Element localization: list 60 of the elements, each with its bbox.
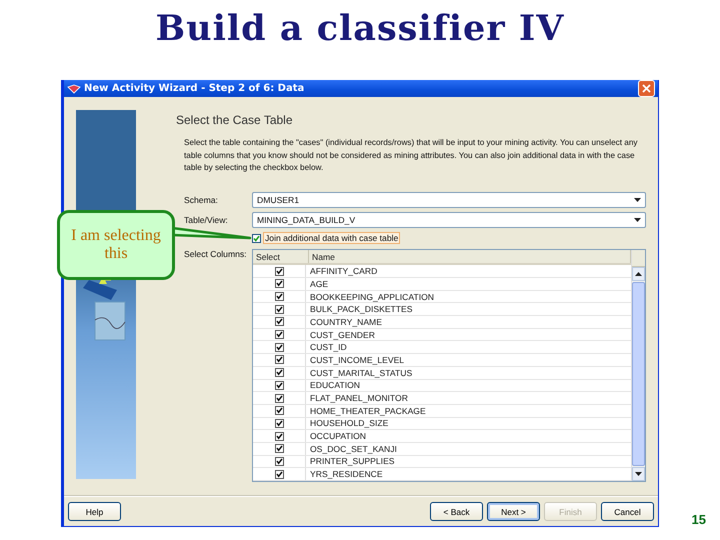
field-label: Select Columns: <box>184 249 248 261</box>
table-cell-text: PRINTER_SUPPLIES <box>309 456 396 468</box>
table-cell-text: BOOKKEEPING_APPLICATION <box>309 290 436 302</box>
table-cell-text: OCCUPATION <box>309 430 368 442</box>
wizard-button[interactable]: Next > <box>487 502 540 521</box>
scrollbar[interactable] <box>631 250 645 481</box>
checkbox[interactable] <box>274 317 284 326</box>
slide-title: Build a classifier IV <box>156 8 564 49</box>
checkbox[interactable] <box>274 432 284 441</box>
table-cell-text: CUST_MARITAL_STATUS <box>309 366 414 378</box>
checkbox[interactable] <box>274 330 284 340</box>
dropdown-caret-icon <box>634 218 641 222</box>
table-cell-text: CUST_INCOME_LEVEL <box>309 354 406 366</box>
table-cell-text: AGE <box>309 278 330 290</box>
app-icon <box>67 84 81 94</box>
table-cell-text: HOUSEHOLD_SIZE <box>309 418 390 430</box>
checkbox[interactable] <box>274 406 284 416</box>
table-cell-text: BULK_PACK_DISKETTES <box>309 303 414 316</box>
scroll-up-icon <box>635 272 642 276</box>
checkbox[interactable] <box>274 470 284 479</box>
table-cell-text: FLAT_PANEL_MONITOR <box>309 392 409 404</box>
wizard-button[interactable]: Help <box>68 502 121 521</box>
window-title: New Activity Wizard - Step 2 of 6: Data <box>84 83 306 94</box>
schema-dropdown[interactable]: DMUSER1 <box>252 192 646 208</box>
checkbox[interactable] <box>274 394 284 403</box>
table-cell-text: AFFINITY_CARD <box>309 265 378 277</box>
checkbox[interactable] <box>274 266 284 276</box>
step-description: Select the table containing the "cases" (individual records/rows) that will be input to your mining activity. You can unselect any table columns that you know should not be considered as mining attributes. You can also join additional data in with the case table by selecting the checkbox below. <box>183 137 638 174</box>
field-label: Schema: <box>184 195 219 205</box>
checkbox[interactable] <box>274 292 284 302</box>
table-cell-text: YRS_RESIDENCE <box>309 468 384 480</box>
page-number: 15 <box>692 512 706 527</box>
step-heading: Select the Case Table <box>176 113 294 128</box>
checkbox[interactable] <box>274 355 284 364</box>
checkbox[interactable] <box>274 342 284 352</box>
table-cell-text: CUST_GENDER <box>309 328 376 340</box>
table-cell-text: COUNTRY_NAME <box>309 316 383 328</box>
checkbox[interactable] <box>274 444 284 454</box>
checkbox[interactable] <box>274 368 284 378</box>
callout: I am selecting this <box>57 210 175 280</box>
table-cell-text: OS_DOC_SET_KANJI <box>309 442 398 455</box>
wizard-button[interactable]: Cancel <box>601 502 654 521</box>
scroll-down-icon <box>635 472 642 476</box>
checkbox[interactable] <box>274 456 284 466</box>
checkbox[interactable] <box>274 279 284 288</box>
field-label: Table/View: <box>184 215 229 225</box>
table-view-dropdown[interactable]: MINING_DATA_BUILD_V <box>252 212 646 228</box>
checkbox[interactable] <box>252 234 261 242</box>
table-cell-text: CUST_ID <box>309 341 348 354</box>
checkbox[interactable] <box>274 380 284 390</box>
checkbox[interactable] <box>274 304 284 314</box>
checkbox-label[interactable]: Join additional data with case table <box>263 232 400 244</box>
column-header[interactable]: Select <box>253 250 309 264</box>
close-button[interactable] <box>638 80 655 98</box>
close-icon <box>642 84 651 94</box>
table-cell-text: HOME_THEATER_PACKAGE <box>309 404 427 417</box>
wizard-button[interactable]: < Back <box>430 502 483 521</box>
checkbox[interactable] <box>274 418 284 428</box>
table-cell-text: EDUCATION <box>309 380 361 392</box>
dropdown-caret-icon <box>634 198 641 202</box>
